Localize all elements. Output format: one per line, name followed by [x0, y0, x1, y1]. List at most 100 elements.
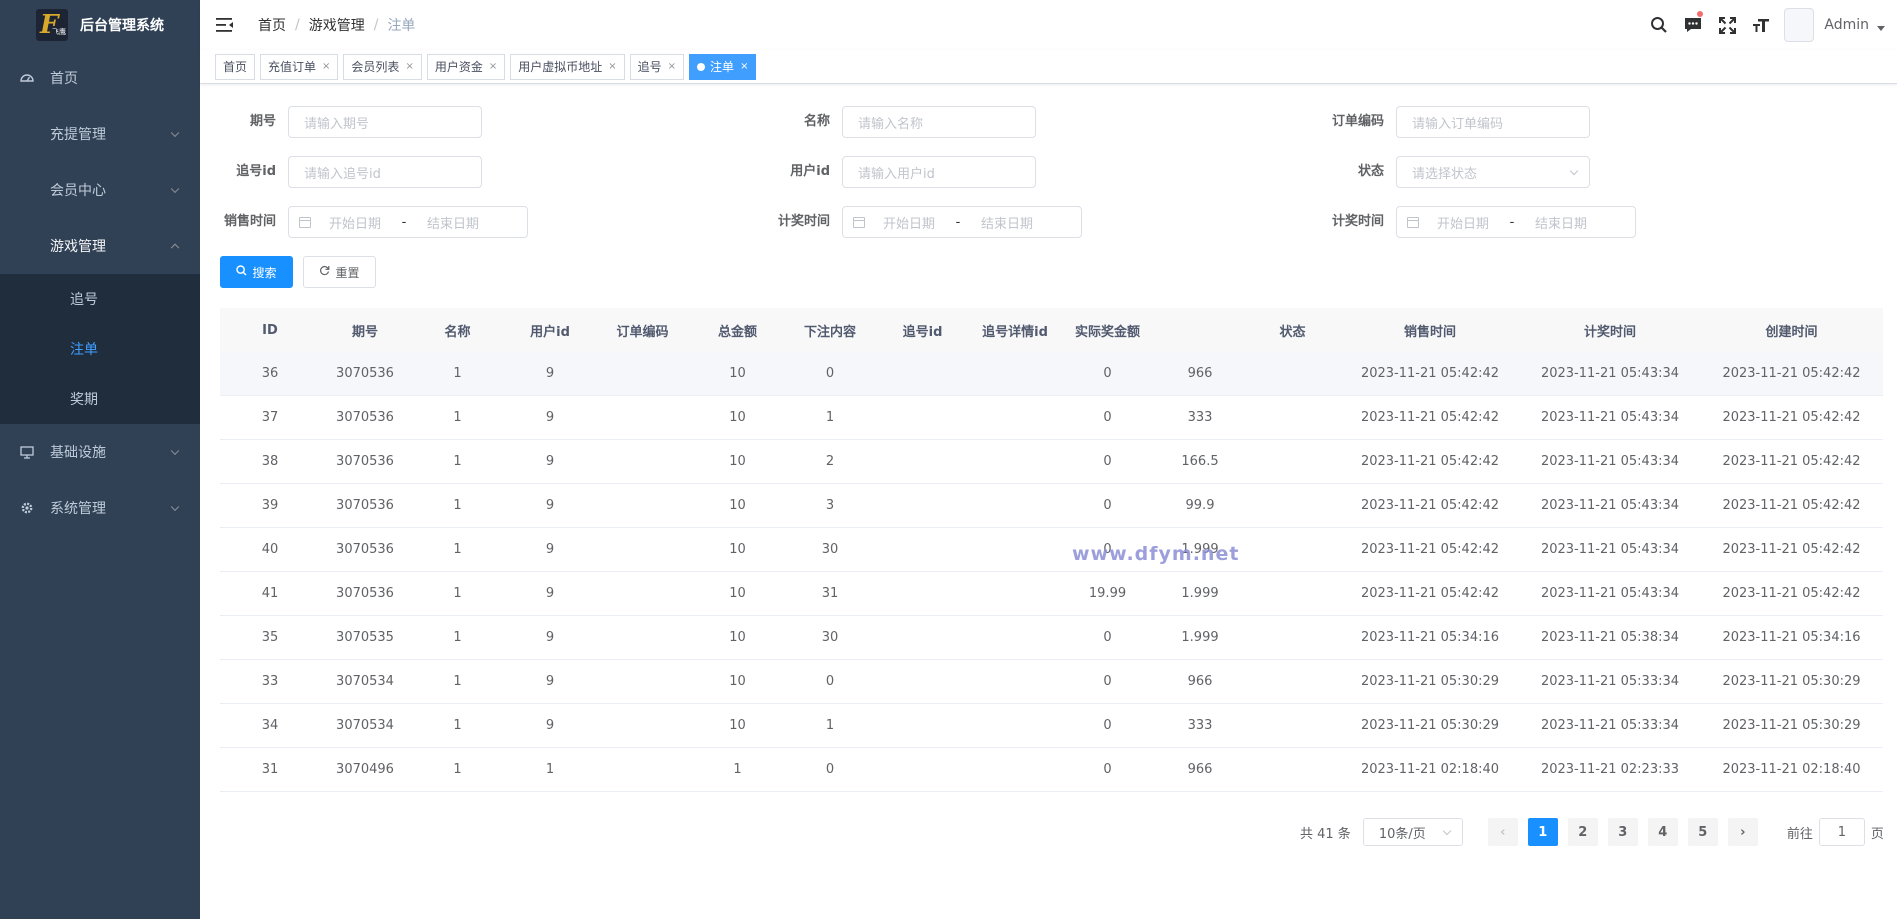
page-button[interactable]: 4 [1647, 818, 1678, 846]
table-cell: 2023-11-21 05:30:29 [1722, 674, 1861, 689]
table-row[interactable]: 39 3070536 1 9 10 3 0 99.9 2023-11-21 05:42:42 20… [220, 484, 1883, 528]
table-row[interactable]: 38 3070536 1 9 10 2 0 166.5 2023-11-21 05:42:42 2… [220, 440, 1883, 484]
chevron-down-icon [170, 128, 180, 138]
table-cell: 10 [729, 674, 746, 689]
search-icon[interactable] [1642, 0, 1676, 50]
table-cell [1245, 616, 1340, 659]
table-cell: 966 [1187, 674, 1213, 689]
page-button[interactable]: 3 [1607, 818, 1638, 846]
message-icon[interactable] [1676, 0, 1710, 50]
end-date[interactable]: 结束日期 [409, 213, 497, 232]
table-row[interactable]: 31 3070496 1 1 1 0 0 966 2023-11-21 02:18:40 2023… [220, 748, 1883, 792]
start-date[interactable]: 开始日期 [865, 213, 953, 232]
table-cell: 9 [545, 410, 555, 425]
table-cell [970, 660, 1060, 703]
hamburger-icon[interactable] [200, 0, 250, 50]
reset-button[interactable]: 重置 [303, 256, 376, 288]
logo[interactable]: F 飞鹰 后台管理系统 [0, 0, 200, 50]
page-jump-input[interactable]: 1 [1818, 818, 1865, 846]
close-icon[interactable]: × [740, 55, 748, 79]
prize-time-range[interactable]: 开始日期 - 结束日期 [842, 206, 1082, 238]
prize-time-range-2[interactable]: 开始日期 - 结束日期 [1396, 206, 1636, 238]
right-menu: Admin [1642, 0, 1885, 50]
breadcrumb-games[interactable]: 游戏管理 [309, 15, 365, 35]
table-cell [1245, 396, 1340, 439]
table-cell: 2023-11-21 05:42:42 [1722, 366, 1861, 381]
tag-member-list[interactable]: 会员列表 × [343, 53, 422, 80]
name-input[interactable]: 请输入名称 [842, 106, 1036, 138]
table-cell [970, 440, 1060, 483]
table-cell [595, 484, 690, 527]
tag-recharge-orders[interactable]: 充值订单 × [260, 53, 339, 80]
sidebar-subitem-bets[interactable]: 注单 [0, 324, 200, 374]
tag-crypto-address[interactable]: 用户虚拟币地址 × [510, 53, 625, 80]
sidebar-subitem-chase[interactable]: 追号 [0, 274, 200, 324]
table-cell: 36 [261, 366, 279, 381]
page-button[interactable]: 2 [1567, 818, 1598, 846]
user-dropdown[interactable]: Admin [1784, 8, 1885, 42]
table-cell: 2023-11-21 05:42:42 [1722, 586, 1861, 601]
search-button[interactable]: 搜索 [220, 256, 293, 288]
table-cell: 37 [261, 410, 279, 425]
sidebar-item-home[interactable]: 首页 [0, 50, 200, 106]
page-button[interactable]: 5 [1687, 818, 1718, 846]
close-icon[interactable]: × [405, 55, 413, 79]
sidebar-item-games[interactable]: 游戏管理 [0, 218, 200, 274]
next-page-button[interactable]: › [1727, 818, 1758, 846]
table-row[interactable]: 34 3070534 1 9 10 1 0 333 2023-11-21 05:30:29 202… [220, 704, 1883, 748]
table-cell: 1 [825, 410, 835, 425]
end-date[interactable]: 结束日期 [963, 213, 1051, 232]
chevron-up-icon [170, 243, 180, 253]
table-cell: 1 [453, 454, 462, 469]
font-size-icon[interactable] [1744, 0, 1778, 50]
close-icon[interactable]: × [489, 55, 497, 79]
end-date[interactable]: 结束日期 [1517, 213, 1605, 232]
table-cell: 2023-11-21 05:42:42 [1360, 542, 1500, 557]
period-input[interactable]: 请输入期号 [288, 106, 482, 138]
order-no-input[interactable]: 请输入订单编码 [1396, 106, 1590, 138]
page-button[interactable]: 1 [1527, 818, 1558, 846]
sidebar-item-members[interactable]: 会员中心 [0, 162, 200, 218]
table-row[interactable]: 37 3070536 1 9 10 1 0 333 2023-11-21 05:42:42 202… [220, 396, 1883, 440]
close-icon[interactable]: × [322, 55, 330, 79]
tag-bets[interactable]: 注单 × [689, 53, 757, 80]
table-cell: 10 [729, 410, 746, 425]
fullscreen-icon[interactable] [1710, 0, 1744, 50]
table-row[interactable]: 36 3070536 1 9 10 0 0 966 2023-11-21 05:42:42 202… [220, 352, 1883, 396]
table-row[interactable]: 33 3070534 1 9 10 0 0 966 2023-11-21 05:30:29 202… [220, 660, 1883, 704]
tag-home[interactable]: 首页 [215, 53, 256, 80]
tag-chase[interactable]: 追号 × [629, 53, 685, 80]
table-cell: 31 [261, 762, 279, 777]
page-size-select[interactable]: 10条/页 [1362, 818, 1463, 846]
sidebar-item-label: 会员中心 [50, 183, 106, 199]
prev-page-button[interactable]: ‹ [1487, 818, 1518, 846]
table-cell: 10 [729, 498, 746, 513]
sidebar-item-recharge[interactable]: 充提管理 [0, 106, 200, 162]
start-date[interactable]: 开始日期 [1419, 213, 1507, 232]
status-select[interactable]: 请选择状态 [1396, 156, 1590, 188]
table-cell: 2023-11-21 05:33:34 [1540, 674, 1680, 689]
table-row[interactable]: 35 3070535 1 9 10 30 0 1.999 2023-11-21 05:34:16… [220, 616, 1883, 660]
sidebar-item-infrastructure[interactable]: 基础设施 [0, 424, 200, 480]
tag-user-funds[interactable]: 用户资金 × [426, 53, 506, 80]
chase-id-input[interactable]: 请输入追号id [288, 156, 482, 188]
table-row[interactable]: 41 3070536 1 9 10 31 19.99 1.999 2023-11-21 05:4… [220, 572, 1883, 616]
sidebar: F 飞鹰 后台管理系统 首页 充提管理 会员中心 游戏管理 追号 注单 奖期 基… [0, 0, 200, 919]
start-date[interactable]: 开始日期 [311, 213, 399, 232]
sale-time-range[interactable]: 开始日期 - 结束日期 [288, 206, 528, 238]
user-id-input[interactable]: 请输入用户id [842, 156, 1036, 188]
sidebar-item-system[interactable]: 系统管理 [0, 480, 200, 536]
close-icon[interactable]: × [608, 55, 616, 79]
close-icon[interactable]: × [668, 55, 676, 79]
sidebar-subitem-periods[interactable]: 奖期 [0, 374, 200, 424]
column-header: 用户id [530, 324, 570, 340]
table-cell: 9 [545, 542, 555, 557]
column-header: 总金额 [717, 324, 757, 340]
order-no-label: 订单编码 [1331, 114, 1384, 129]
watermark: www.dfym.net [1072, 543, 1240, 565]
breadcrumb-home[interactable]: 首页 [258, 15, 286, 35]
table-cell [875, 484, 970, 527]
table-cell [595, 616, 690, 659]
table-cell: 41 [261, 586, 279, 601]
table-row[interactable]: 40 3070536 1 9 10 30 0 1.999 2023-11-21 05:42:42… [220, 528, 1883, 572]
